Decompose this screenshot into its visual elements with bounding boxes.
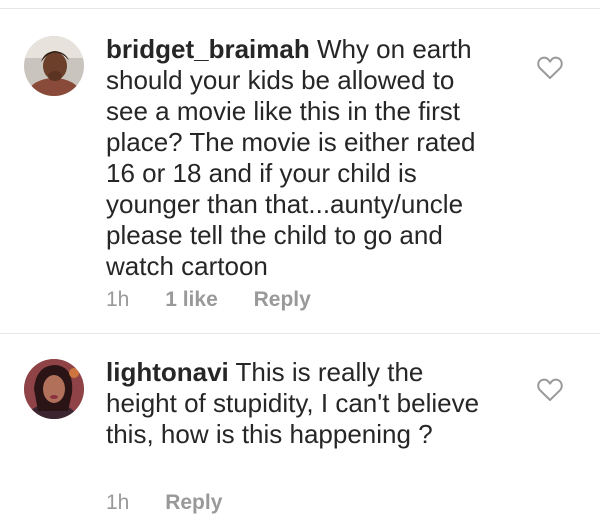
- comment-timestamp: 1h: [106, 491, 130, 514]
- comment-like-count[interactable]: 1 like: [165, 288, 218, 312]
- avatar[interactable]: [24, 36, 84, 96]
- heart-outline-icon[interactable]: [537, 378, 563, 402]
- comment-meta: 1h 1 like Reply: [106, 288, 311, 312]
- avatar[interactable]: [24, 359, 84, 419]
- comment-username[interactable]: lightonavi: [106, 357, 229, 387]
- comment-username[interactable]: bridget_braimah: [106, 34, 310, 64]
- reply-button[interactable]: Reply: [254, 288, 311, 312]
- comment-body: lightonavi This is really the height of …: [106, 357, 496, 450]
- comment-divider: [0, 333, 600, 334]
- comment-text: Why on earth should your kids be allowed…: [106, 34, 476, 281]
- comment-timestamp: 1h: [106, 288, 130, 311]
- heart-outline-icon[interactable]: [537, 56, 563, 80]
- comment-meta: 1h Reply: [106, 491, 222, 515]
- reply-button[interactable]: Reply: [165, 491, 222, 515]
- comment-body: bridget_braimah Why on earth should your…: [106, 34, 496, 282]
- top-divider: [0, 8, 600, 9]
